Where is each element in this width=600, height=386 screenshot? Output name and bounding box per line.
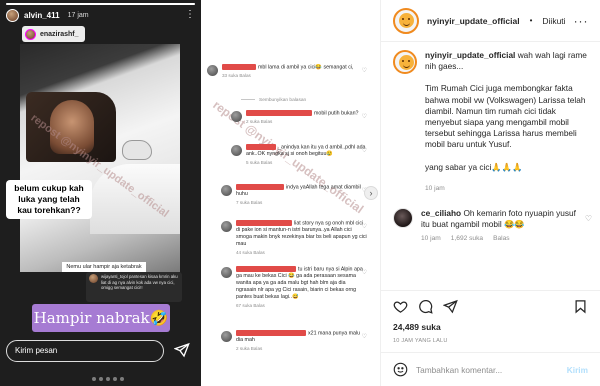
comment-input[interactable]: Tambahkan komentar... xyxy=(416,365,559,375)
reply-button[interactable]: Balas xyxy=(493,235,510,242)
comment-likes[interactable]: 1,692 suka xyxy=(451,235,483,242)
comment-item: tu istri baru nya si Alpin apa ga mau ke… xyxy=(221,266,367,309)
comment-item: _anindya kan itu ya d ambil..pdhl ada an… xyxy=(231,144,367,166)
mini-comment-text: wijayanti_tojol pantesan kisaa kmrin aku… xyxy=(101,274,178,290)
repost-avatar xyxy=(25,28,36,40)
comment-item: indya yaAllah tega amat diambil huhu 7 s… xyxy=(221,184,367,206)
bookmark-icon[interactable] xyxy=(573,299,588,314)
comment-meta: 67 suka Balas xyxy=(236,303,265,309)
comment-avatar xyxy=(221,221,232,232)
add-comment-bar: Tambahkan komentar... Kirim xyxy=(381,352,600,386)
car-mirror xyxy=(122,140,152,160)
following-button[interactable]: Diikuti xyxy=(542,16,565,26)
story-sticker: Hampir nabrak🤣 xyxy=(32,304,170,332)
story-username: alvin_411 xyxy=(24,10,60,20)
story-avatar xyxy=(6,8,19,22)
comment-meta: 7 suka Balas xyxy=(236,200,263,206)
heart-icon: ♡ xyxy=(361,114,367,120)
comment-meta: 33 suka Balas xyxy=(222,73,251,79)
comment-item: x21 mana punya malu dia mah 2 suka Balas… xyxy=(221,330,367,352)
mini-comment-avatar xyxy=(89,274,98,283)
reply-divider: Sembunyikan balasan xyxy=(241,98,306,103)
post-caption: nyinyir_update_official wah wah lagi ram… xyxy=(393,50,592,194)
comment-item: liat story nya sg onoh mbl cici di pake … xyxy=(221,220,367,256)
share-icon[interactable] xyxy=(443,299,458,314)
repost-chip: enazirashf_ xyxy=(22,26,85,42)
story-sub-caption: Nemu ular hampir aja ketabrak xyxy=(62,262,146,272)
comment-item: ce_ciliaho Oh kemarin foto nyuapin yusuf… xyxy=(393,208,592,242)
send-icon xyxy=(174,342,190,358)
person-in-car xyxy=(50,100,94,154)
account-avatar[interactable] xyxy=(393,7,419,34)
more-options-icon: ⋮ xyxy=(185,9,195,20)
heart-icon[interactable] xyxy=(393,299,408,314)
repost-username: enazirashf_ xyxy=(40,30,79,38)
comment-text: mbl lama di ambil ya cici😂 semangat ci, xyxy=(258,64,354,71)
caption-username[interactable]: nyinyir_update_official xyxy=(425,50,515,60)
story-caption: belum cukup kah luka yang telah kau tore… xyxy=(6,180,92,219)
comment-text: mobil putih bukan? xyxy=(314,110,359,117)
comment-item: mobil putih bukan? 2 suka Balas ♡ xyxy=(231,110,367,125)
heart-icon: ♡ xyxy=(361,270,367,276)
post-image-area: alvin_411 17 jam ⋮ enazirashf_ repost @n… xyxy=(0,0,380,386)
comment-avatar xyxy=(221,267,232,278)
story-header: alvin_411 17 jam ⋮ xyxy=(6,7,195,23)
comment-time: 10 jam xyxy=(421,235,441,243)
heart-icon: ♡ xyxy=(361,68,367,74)
comment-avatar xyxy=(231,145,242,156)
story-message-input: Kirim pesan xyxy=(6,340,164,362)
caption-end: yang sabar ya cici🙏🙏🙏 xyxy=(425,161,523,172)
post-date: 10 JAM YANG LALU xyxy=(393,338,448,344)
comment-heart-icon[interactable]: ♡ xyxy=(585,214,592,223)
more-options-icon[interactable]: ··· xyxy=(574,14,589,28)
heart-icon: ♡ xyxy=(361,224,367,230)
story-mini-comment: wijayanti_tojol pantesan kisaa kmrin aku… xyxy=(86,272,182,302)
post-panel: nyinyir_update_official • Diikuti ··· ny… xyxy=(380,0,600,386)
comment-meta: 2 suka Balas xyxy=(246,119,273,125)
story-progress-bar xyxy=(6,3,195,5)
next-slide-button[interactable]: › xyxy=(364,186,378,200)
story-photo xyxy=(20,44,180,272)
separator-dot: • xyxy=(529,16,533,25)
commenter-username[interactable]: ce_ciliaho xyxy=(421,208,461,218)
comment-meta: 44 suka Balas xyxy=(236,250,265,256)
account-username[interactable]: nyinyir_update_official xyxy=(427,16,520,26)
comment-item: mbl lama di ambil ya cici😂 semangat ci, … xyxy=(207,64,367,79)
comment-avatar xyxy=(221,185,232,196)
heart-icon: ♡ xyxy=(361,334,367,340)
caption-body: Tim Rumah Cici juga membongkar fakta bah… xyxy=(425,83,586,150)
likes-count[interactable]: 24,489 suka xyxy=(393,322,588,332)
comment-avatar xyxy=(221,331,232,342)
post-comments-scroll[interactable]: nyinyir_update_official wah wah lagi ram… xyxy=(393,50,592,242)
commenter-avatar[interactable] xyxy=(393,208,413,229)
story-time: 17 jam xyxy=(67,11,89,19)
comment-avatar xyxy=(207,65,218,76)
story-nav-dots xyxy=(92,377,124,381)
comment-meta: 2 suka Balas xyxy=(236,346,263,352)
heart-icon: ♡ xyxy=(361,148,367,154)
comment-icon[interactable] xyxy=(418,299,433,314)
post-header: nyinyir_update_official • Diikuti ··· xyxy=(381,0,600,42)
comments-screenshot: repost @nyinyir_update_official mbl lama… xyxy=(201,0,380,386)
comment-avatar xyxy=(231,111,242,122)
caption-avatar[interactable] xyxy=(393,50,417,74)
emoji-icon[interactable] xyxy=(393,362,408,377)
story-screenshot: alvin_411 17 jam ⋮ enazirashf_ repost @n… xyxy=(0,0,201,386)
post-actions: 24,489 suka 10 JAM YANG LALU xyxy=(381,290,600,344)
comment-meta: 5 suka Balas xyxy=(246,160,273,166)
car-hood xyxy=(90,164,180,234)
post-comment-button[interactable]: Kirim xyxy=(567,365,588,375)
caption-time: 10 jam xyxy=(425,184,445,192)
